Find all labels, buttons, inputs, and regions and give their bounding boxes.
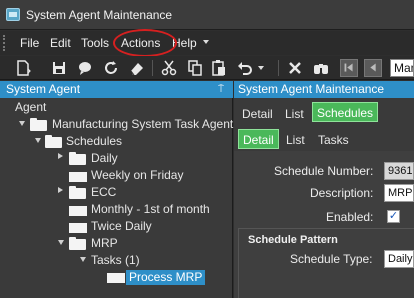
chat-icon[interactable] [76, 59, 94, 77]
subtab-list[interactable]: List [282, 130, 309, 150]
save-icon[interactable] [50, 59, 68, 77]
expand-icon[interactable] [19, 121, 25, 126]
expand-icon[interactable] [58, 240, 64, 245]
collapse-icon[interactable] [58, 153, 63, 159]
menu-file[interactable]: File [20, 36, 39, 50]
tree-item-agent[interactable]: Manufacturing System Task Agent [52, 116, 233, 133]
expand-icon[interactable] [35, 138, 41, 143]
schedule-leaf-icon [69, 223, 87, 233]
folder-icon [69, 186, 86, 199]
tree-root-agent[interactable]: Agent [15, 99, 46, 116]
tree-item-tasks[interactable]: Tasks (1) [91, 252, 140, 269]
tab-list[interactable]: List [281, 104, 308, 124]
undo-icon[interactable] [236, 59, 254, 77]
tree-item-schedule[interactable]: Daily [91, 150, 118, 167]
window-title: System Agent Maintenance [26, 8, 173, 22]
menu-grip-icon [3, 35, 7, 51]
schedule-leaf-icon [69, 172, 87, 182]
panel-header: System Agent Maintenance [234, 81, 414, 98]
task-leaf-icon [107, 273, 125, 283]
first-record-icon[interactable] [340, 59, 358, 77]
refresh-icon[interactable] [102, 59, 120, 77]
schedule-pattern-heading: Schedule Pattern [248, 234, 338, 246]
eraser-icon[interactable] [128, 59, 146, 77]
schedule-leaf-icon [69, 206, 87, 216]
menu-edit[interactable]: Edit [50, 36, 71, 50]
chevron-down-icon[interactable] [203, 40, 209, 44]
subtab-tasks[interactable]: Tasks [314, 130, 353, 150]
tree-item-schedule[interactable]: Monthly - 1st of month [91, 201, 210, 218]
expand-icon[interactable] [80, 257, 86, 262]
folder-icon [45, 135, 62, 148]
app-icon [6, 8, 20, 21]
schedule-type-label: Schedule Type: [290, 252, 373, 266]
description-field[interactable]: MRP [384, 184, 414, 202]
folder-icon [69, 237, 86, 250]
schedule-number-field: 9361 [384, 162, 414, 180]
toolbar: Manu [0, 56, 414, 80]
folder-icon [69, 152, 86, 165]
toolbar-separator [152, 60, 153, 76]
tree-item-schedule[interactable]: Weekly on Friday [91, 167, 183, 184]
copy-icon[interactable] [186, 59, 204, 77]
tree-item-schedule[interactable]: Twice Daily [91, 218, 152, 235]
schedule-number-label: Schedule Number: [274, 164, 374, 178]
delete-icon[interactable] [286, 59, 304, 77]
subtab-detail[interactable]: Detail [238, 129, 279, 149]
panel-header: System Agent [0, 81, 233, 98]
menu-tools[interactable]: Tools [81, 36, 109, 50]
tab-schedules[interactable]: Schedules [312, 102, 379, 122]
cut-icon[interactable] [160, 59, 178, 77]
search-input[interactable]: Manu [390, 59, 414, 77]
pin-icon[interactable]: ⍑ [218, 84, 228, 95]
folder-icon [30, 118, 47, 131]
tree-item-task-selected[interactable]: Process MRP [126, 270, 206, 285]
detail-form: Schedule Number: 9361 Description: MRP E… [234, 151, 414, 298]
previous-record-icon[interactable] [364, 59, 382, 77]
schedule-type-select[interactable]: Daily [384, 250, 414, 268]
maintenance-panel: System Agent Maintenance Detail List Sch… [234, 81, 414, 298]
top-tab-row: Detail List Schedules [234, 101, 414, 127]
system-agent-panel: System Agent ⍑ Agent Manufacturing Syste… [0, 81, 233, 298]
binoculars-icon[interactable] [312, 59, 330, 77]
new-icon[interactable] [14, 59, 32, 77]
paste-icon[interactable] [210, 59, 228, 77]
tree-item-schedules[interactable]: Schedules [66, 133, 122, 150]
tab-detail[interactable]: Detail [238, 104, 277, 124]
description-label: Description: [310, 186, 374, 200]
enabled-checkbox[interactable]: ✓ [387, 210, 400, 223]
panel-title: System Agent [6, 82, 81, 96]
enabled-label: Enabled: [326, 210, 374, 224]
menu-bar: File Edit Tools Actions Help [0, 31, 414, 55]
title-bar: System Agent Maintenance [0, 0, 414, 30]
collapse-icon[interactable] [58, 187, 63, 193]
undo-dropdown-chevron-icon[interactable] [258, 66, 264, 70]
toolbar-separator [278, 60, 279, 76]
sub-tab-row: Detail List Tasks [234, 128, 414, 151]
highlight-circle-annotation [113, 29, 177, 57]
tree-item-schedule[interactable]: MRP [91, 235, 118, 252]
tree-item-schedule[interactable]: ECC [91, 184, 116, 201]
